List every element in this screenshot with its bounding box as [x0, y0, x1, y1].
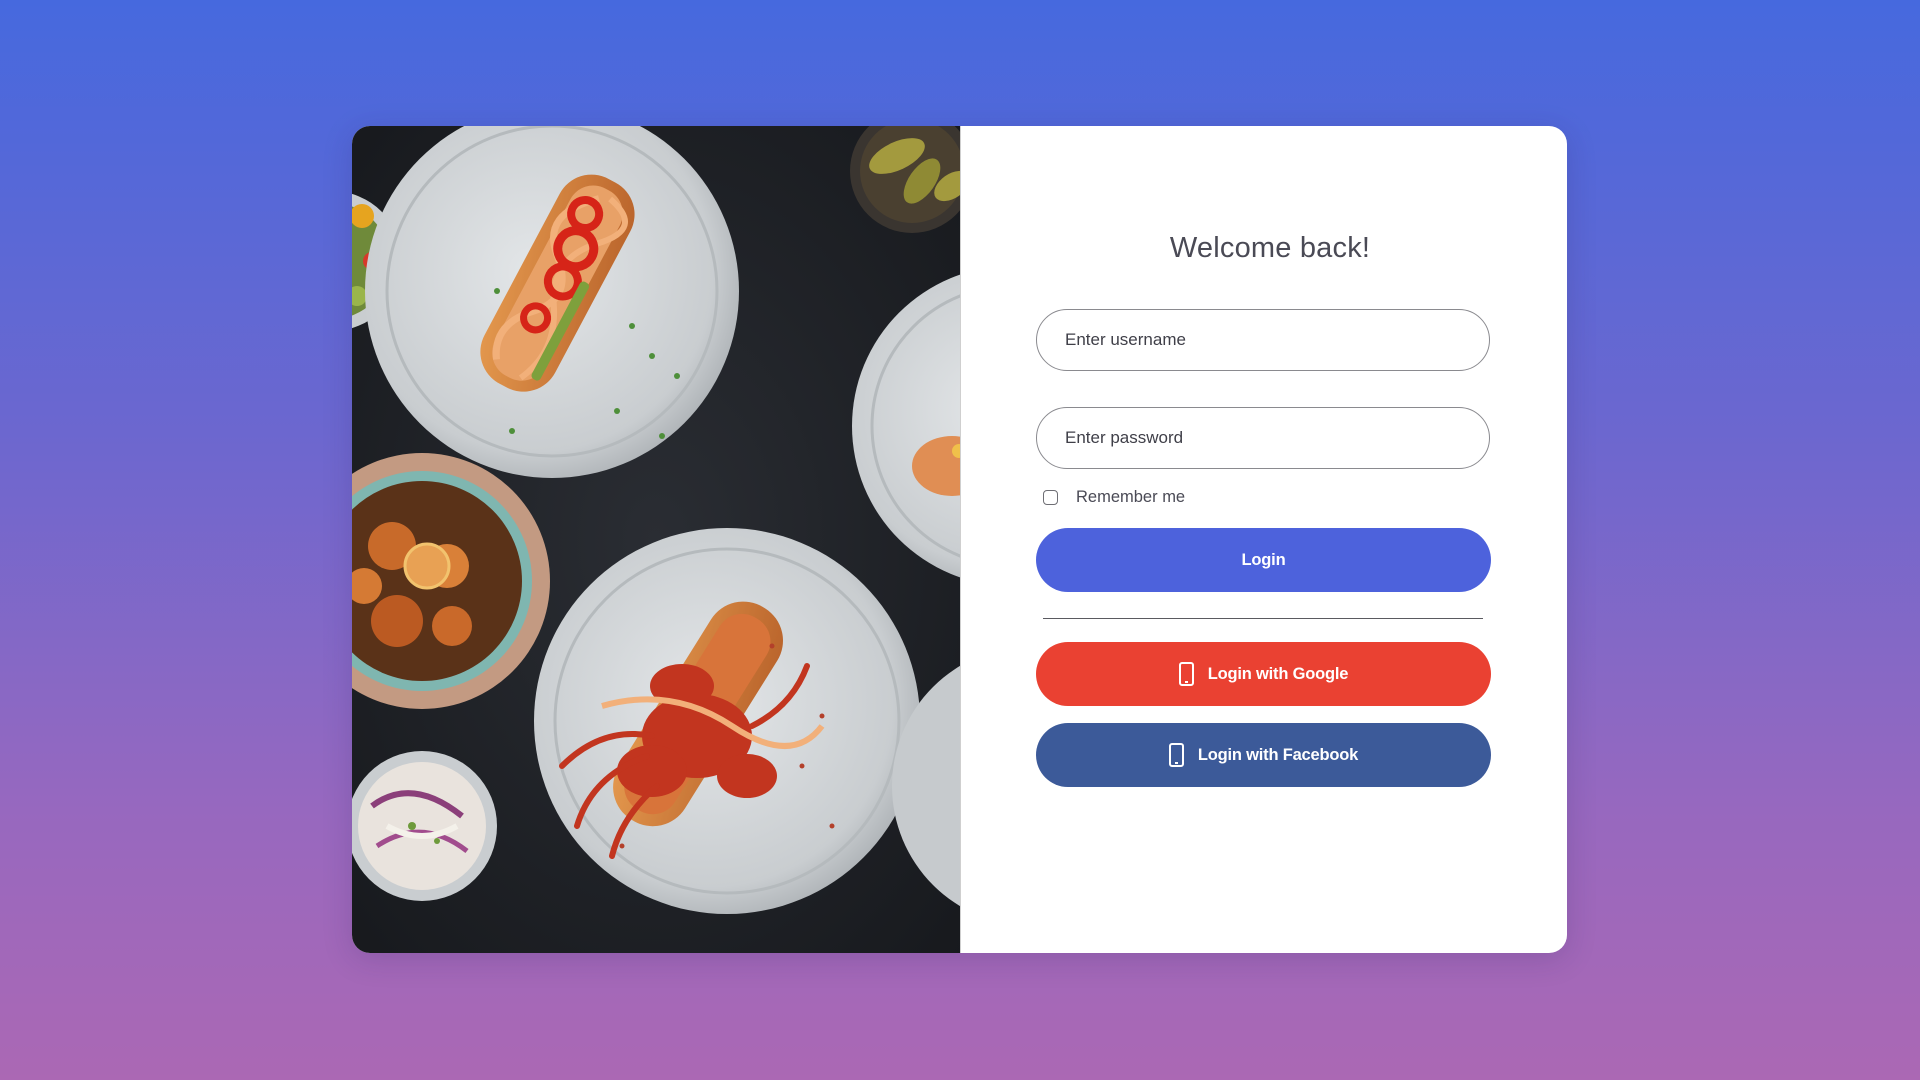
remember-me-checkbox[interactable] — [1043, 490, 1058, 505]
password-input[interactable] — [1036, 407, 1490, 469]
mobile-phone-icon — [1168, 743, 1184, 767]
welcome-title: Welcome back! — [1169, 232, 1371, 264]
mobile-phone-icon — [1178, 662, 1194, 686]
divider — [1043, 618, 1483, 619]
login-button-label: Login — [1241, 550, 1286, 569]
login-form-panel: Welcome back! Remember me Login Login wi… — [961, 126, 1567, 953]
login-with-facebook-button[interactable]: Login with Facebook — [1036, 723, 1491, 787]
food-plates-photo — [352, 126, 960, 953]
remember-me-row: Remember me — [1043, 488, 1185, 507]
login-with-google-button[interactable]: Login with Google — [1036, 642, 1491, 706]
facebook-button-label: Login with Facebook — [1197, 745, 1359, 764]
username-input[interactable] — [1036, 309, 1490, 371]
login-card: Welcome back! Remember me Login Login wi… — [352, 126, 1567, 953]
remember-me-label: Remember me — [1076, 488, 1186, 506]
google-button-label: Login with Google — [1207, 664, 1349, 683]
login-button[interactable]: Login — [1036, 528, 1491, 592]
food-hero-image — [352, 126, 961, 953]
